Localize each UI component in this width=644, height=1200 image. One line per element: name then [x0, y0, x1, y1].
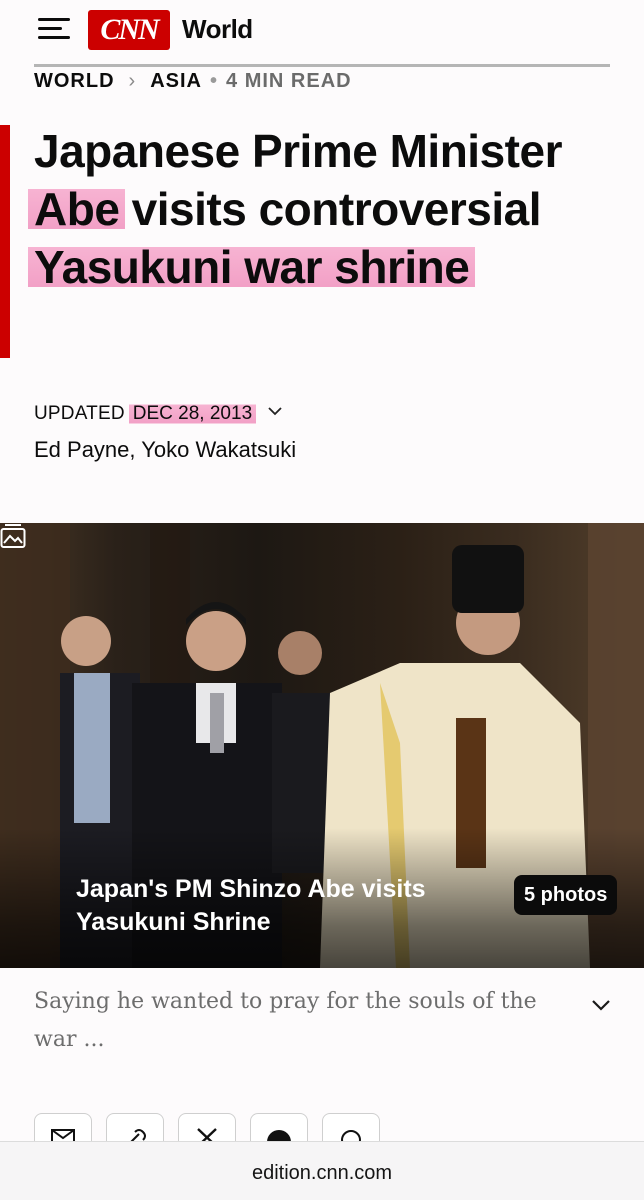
breadcrumb-asia-link[interactable]: ASIA [150, 70, 202, 93]
gallery-caption[interactable]: Japan's PM Shinzo Abe visits Yasukuni Sh… [76, 873, 496, 939]
updated-label: UPDATED [34, 403, 125, 424]
cnn-logo[interactable]: CNN [88, 10, 170, 50]
separator-dot: • [210, 69, 219, 92]
browser-address-bar[interactable]: edition.cnn.com [0, 1141, 644, 1200]
byline: Ed Payne, Yoko Wakatsuki [34, 437, 296, 463]
article-meta: UPDATED DEC 28, 2013 [34, 403, 282, 425]
headline-accent-bar [0, 125, 10, 358]
url-text[interactable]: edition.cnn.com [252, 1162, 392, 1200]
top-navigation-bar: CNN World [0, 0, 644, 64]
photo-count-badge[interactable]: 5 photos [514, 875, 618, 915]
chevron-down-icon[interactable] [268, 404, 282, 418]
highlight-abe: Abe [28, 183, 126, 235]
author-link[interactable]: Ed Payne [34, 437, 129, 462]
article-description: Saying he wanted to pray for the souls o… [34, 989, 537, 1052]
author-link[interactable]: Yoko Wakatsuki [141, 437, 296, 462]
chevron-down-icon[interactable] [590, 994, 612, 1016]
article-headline: Japanese Prime Minister Abe visits contr… [28, 122, 614, 296]
breadcrumb-divider [34, 64, 610, 67]
section-title-world[interactable]: World [182, 14, 253, 45]
hamburger-menu-icon[interactable] [38, 16, 72, 42]
highlight-war-shrine: war shrine [238, 241, 476, 293]
gallery-photo[interactable]: Japan's PM Shinzo Abe visits Yasukuni Sh… [0, 523, 644, 968]
breadcrumb-world-link[interactable]: WORLD [34, 70, 115, 93]
read-time: 4 MIN READ [226, 69, 352, 92]
headline-text: Japanese Prime Minister [34, 125, 562, 177]
highlight-yasukuni: Yasukuni [28, 241, 238, 293]
author-separator: , [129, 437, 142, 462]
updated-date: DEC 28, 2013 [128, 403, 257, 425]
gallery-icon [0, 524, 26, 548]
chevron-right-icon: › [128, 69, 137, 92]
headline-text: visits controversial [119, 183, 542, 235]
breadcrumb: WORLD › ASIA • 4 MIN READ [34, 68, 352, 94]
